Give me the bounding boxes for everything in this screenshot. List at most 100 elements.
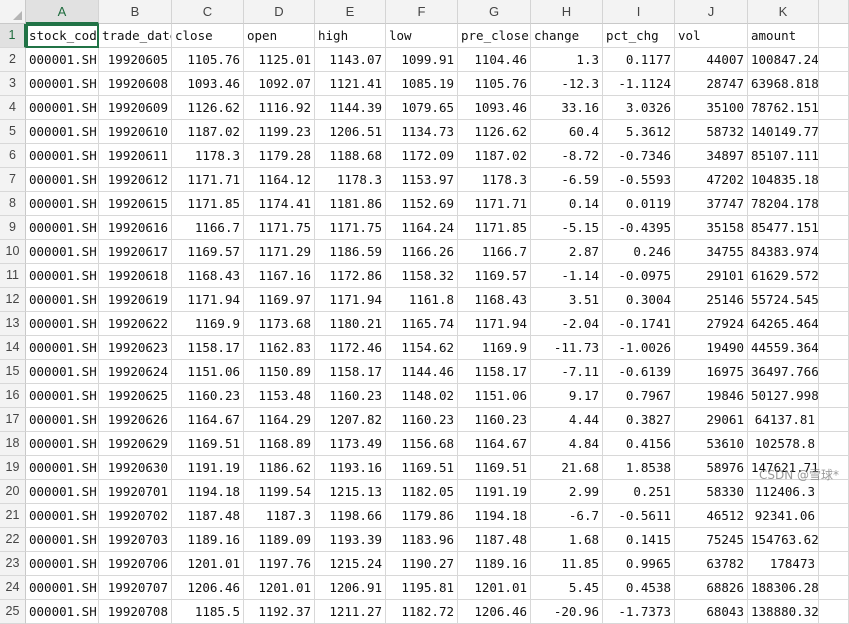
- empty-cell[interactable]: [819, 600, 849, 624]
- row-header[interactable]: 11: [0, 264, 26, 288]
- data-cell[interactable]: 1178.3: [172, 144, 244, 168]
- data-cell[interactable]: 63968.818: [748, 72, 819, 96]
- data-cell[interactable]: 44559.364: [748, 336, 819, 360]
- data-cell[interactable]: 1151.06: [458, 384, 531, 408]
- data-cell[interactable]: 000001.SH: [26, 264, 99, 288]
- data-cell[interactable]: 1158.32: [386, 264, 458, 288]
- data-cell[interactable]: 1191.19: [172, 456, 244, 480]
- data-cell[interactable]: 178473: [748, 552, 819, 576]
- data-cell[interactable]: 9.17: [531, 384, 603, 408]
- data-cell[interactable]: 19920616: [99, 216, 172, 240]
- data-cell[interactable]: 19920630: [99, 456, 172, 480]
- data-cell[interactable]: 1079.65: [386, 96, 458, 120]
- data-cell[interactable]: 000001.SH: [26, 192, 99, 216]
- data-cell[interactable]: 78204.178: [748, 192, 819, 216]
- row-header[interactable]: 15: [0, 360, 26, 384]
- data-cell[interactable]: 19920610: [99, 120, 172, 144]
- data-cell[interactable]: 0.3827: [603, 408, 675, 432]
- data-cell[interactable]: -8.72: [531, 144, 603, 168]
- data-cell[interactable]: 1126.62: [172, 96, 244, 120]
- data-cell[interactable]: -0.7346: [603, 144, 675, 168]
- data-cell[interactable]: 1164.67: [172, 408, 244, 432]
- data-cell[interactable]: 4.84: [531, 432, 603, 456]
- row-header[interactable]: 14: [0, 336, 26, 360]
- data-cell[interactable]: 1190.27: [386, 552, 458, 576]
- header-cell[interactable]: trade_date: [99, 24, 172, 48]
- data-cell[interactable]: 3.51: [531, 288, 603, 312]
- row-header[interactable]: 7: [0, 168, 26, 192]
- data-cell[interactable]: 19920624: [99, 360, 172, 384]
- data-cell[interactable]: 5.3612: [603, 120, 675, 144]
- data-cell[interactable]: 1156.68: [386, 432, 458, 456]
- header-cell[interactable]: close: [172, 24, 244, 48]
- data-cell[interactable]: 19920605: [99, 48, 172, 72]
- header-cell[interactable]: open: [244, 24, 315, 48]
- data-cell[interactable]: 68043: [675, 600, 748, 624]
- data-cell[interactable]: 0.7967: [603, 384, 675, 408]
- column-header-D[interactable]: D: [244, 0, 315, 24]
- data-cell[interactable]: 1153.97: [386, 168, 458, 192]
- data-cell[interactable]: 34897: [675, 144, 748, 168]
- data-cell[interactable]: 1183.96: [386, 528, 458, 552]
- data-cell[interactable]: 78762.151: [748, 96, 819, 120]
- data-cell[interactable]: 000001.SH: [26, 432, 99, 456]
- data-cell[interactable]: 1173.49: [315, 432, 386, 456]
- row-header[interactable]: 10: [0, 240, 26, 264]
- data-cell[interactable]: 1116.92: [244, 96, 315, 120]
- data-cell[interactable]: 1150.89: [244, 360, 315, 384]
- data-cell[interactable]: 19920608: [99, 72, 172, 96]
- data-cell[interactable]: -0.0975: [603, 264, 675, 288]
- empty-cell[interactable]: [819, 336, 849, 360]
- data-cell[interactable]: 1173.68: [244, 312, 315, 336]
- data-cell[interactable]: 1.3: [531, 48, 603, 72]
- data-cell[interactable]: 19920609: [99, 96, 172, 120]
- data-cell[interactable]: 1158.17: [315, 360, 386, 384]
- data-cell[interactable]: 1199.54: [244, 480, 315, 504]
- empty-cell[interactable]: [819, 384, 849, 408]
- row-header[interactable]: 18: [0, 432, 26, 456]
- data-cell[interactable]: 19920622: [99, 312, 172, 336]
- data-cell[interactable]: 84383.974: [748, 240, 819, 264]
- data-cell[interactable]: -5.15: [531, 216, 603, 240]
- data-cell[interactable]: 1199.23: [244, 120, 315, 144]
- empty-cell[interactable]: [819, 360, 849, 384]
- data-cell[interactable]: 19920706: [99, 552, 172, 576]
- data-cell[interactable]: 1105.76: [172, 48, 244, 72]
- data-cell[interactable]: 1126.62: [458, 120, 531, 144]
- data-cell[interactable]: 19920623: [99, 336, 172, 360]
- data-cell[interactable]: 000001.SH: [26, 408, 99, 432]
- data-cell[interactable]: 29061: [675, 408, 748, 432]
- data-cell[interactable]: 1171.94: [172, 288, 244, 312]
- data-cell[interactable]: 53610: [675, 432, 748, 456]
- data-cell[interactable]: 000001.SH: [26, 504, 99, 528]
- data-cell[interactable]: 1093.46: [172, 72, 244, 96]
- data-cell[interactable]: 1164.29: [244, 408, 315, 432]
- data-cell[interactable]: 3.0326: [603, 96, 675, 120]
- data-cell[interactable]: 1167.16: [244, 264, 315, 288]
- column-header-K[interactable]: K: [748, 0, 819, 24]
- data-cell[interactable]: 29101: [675, 264, 748, 288]
- data-cell[interactable]: 58976: [675, 456, 748, 480]
- data-cell[interactable]: 000001.SH: [26, 576, 99, 600]
- data-cell[interactable]: 1192.37: [244, 600, 315, 624]
- row-header[interactable]: 8: [0, 192, 26, 216]
- data-cell[interactable]: 85107.111: [748, 144, 819, 168]
- data-cell[interactable]: -12.3: [531, 72, 603, 96]
- data-cell[interactable]: 92341.06: [748, 504, 819, 528]
- data-cell[interactable]: 0.4156: [603, 432, 675, 456]
- data-cell[interactable]: 000001.SH: [26, 312, 99, 336]
- data-cell[interactable]: 1169.57: [172, 240, 244, 264]
- data-cell[interactable]: 000001.SH: [26, 216, 99, 240]
- empty-cell[interactable]: [819, 432, 849, 456]
- data-cell[interactable]: 1151.06: [172, 360, 244, 384]
- data-cell[interactable]: 1164.67: [458, 432, 531, 456]
- empty-cell[interactable]: [819, 576, 849, 600]
- data-cell[interactable]: 5.45: [531, 576, 603, 600]
- data-cell[interactable]: 1164.24: [386, 216, 458, 240]
- data-cell[interactable]: -0.6139: [603, 360, 675, 384]
- data-cell[interactable]: 1162.83: [244, 336, 315, 360]
- data-cell[interactable]: 1143.07: [315, 48, 386, 72]
- data-cell[interactable]: 1194.18: [458, 504, 531, 528]
- data-cell[interactable]: 1193.16: [315, 456, 386, 480]
- data-cell[interactable]: 000001.SH: [26, 552, 99, 576]
